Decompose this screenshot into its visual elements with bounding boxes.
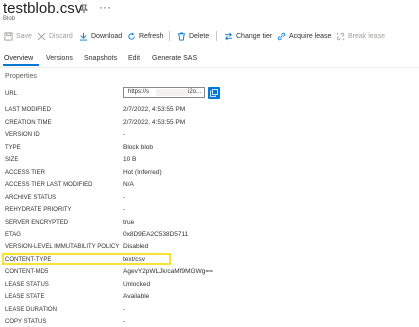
property-label: TYPE — [5, 145, 21, 151]
property-label: URL — [5, 91, 18, 97]
break-lease-label: Break lease — [348, 32, 385, 40]
property-value: - — [123, 306, 126, 313]
acquire-lease-label: Acquire lease — [289, 32, 332, 40]
delete-label: Delete — [189, 32, 210, 40]
property-value: 0x8D9EA2C538D5711 — [123, 231, 189, 238]
save-icon — [4, 31, 13, 41]
pin-icon[interactable] — [79, 4, 89, 14]
download-icon — [79, 32, 88, 41]
property-label: ARCHIVE STATUS — [5, 195, 57, 201]
break-lease-button[interactable]: Break lease — [336, 28, 385, 44]
property-label: REHYDRATE PRIORITY — [5, 207, 72, 213]
change-tier-label: Change tier — [236, 32, 273, 40]
property-label: VERSION-LEVEL IMMUTABILITY POLICY — [5, 244, 120, 250]
url-suffix: i2o... — [188, 89, 202, 95]
close-icon — [37, 32, 46, 40]
command-bar: Save Discard Download Refresh Delete Cha… — [0, 28, 419, 44]
property-value: 2/7/2022, 4:53:55 PM — [123, 119, 186, 126]
property-value: AgevY2pWLJk/caMf9MGWg== — [123, 268, 213, 275]
property-label: CREATION TIME — [5, 120, 52, 126]
delete-button[interactable]: Delete — [177, 28, 209, 44]
property-label: ETAG — [5, 232, 21, 238]
property-value: 2/7/2022, 4:53:55 PM — [123, 106, 186, 113]
download-button[interactable]: Download — [79, 28, 122, 44]
property-label: ACCESS TIER — [5, 170, 45, 176]
property-value: Unlocked — [123, 281, 151, 288]
toolbar-divider — [169, 31, 170, 41]
trash-icon — [177, 31, 186, 41]
active-tab-indicator — [3, 64, 39, 66]
property-label: SIZE — [5, 157, 19, 163]
section-title: Properties — [5, 73, 37, 80]
property-label: LEASE DURATION — [5, 307, 57, 313]
property-label: ACCESS TIER LAST MODIFIED — [5, 182, 93, 188]
acquire-lease-button[interactable]: Acquire lease — [277, 28, 331, 44]
url-field[interactable]: https://s i2o... — [123, 87, 205, 98]
url-prefix: https://s — [128, 89, 150, 95]
property-value: Available — [123, 293, 150, 300]
tab-overview[interactable]: Overview — [4, 55, 33, 62]
property-value: - — [123, 131, 126, 138]
discard-button[interactable]: Discard — [37, 28, 73, 44]
tab-generate-sas[interactable]: Generate SAS — [152, 55, 197, 62]
download-label: Download — [91, 32, 123, 40]
property-label: LAST MODIFIED — [5, 107, 51, 113]
property-label: CONTENT-MD5 — [5, 269, 49, 275]
property-value: Disabled — [123, 243, 149, 250]
property-label: COPY STATUS — [5, 319, 47, 325]
tab-versions[interactable]: Versions — [46, 55, 73, 62]
property-label: SERVER ENCRYPTED — [5, 220, 69, 226]
broken-link-icon — [336, 32, 345, 40]
property-value: true — [123, 219, 135, 226]
save-button[interactable]: Save — [4, 28, 32, 44]
refresh-icon — [128, 32, 135, 40]
copy-icon — [210, 89, 218, 97]
property-label: CONTENT-TYPE — [5, 257, 52, 263]
page-title: testblob.csv — [3, 0, 83, 17]
property-value: N/A — [123, 181, 134, 188]
property-value: - — [123, 194, 126, 201]
refresh-label: Refresh — [139, 32, 164, 40]
property-label: VERSION ID — [5, 132, 40, 138]
property-value: Hot (Inferred) — [123, 169, 162, 176]
property-label: LEASE STATE — [5, 294, 45, 300]
swap-icon — [224, 32, 233, 40]
property-value: Block blob — [123, 144, 153, 151]
change-tier-button[interactable]: Change tier — [224, 28, 272, 44]
page-subtitle: Blob — [3, 16, 16, 22]
property-value: text/csv — [123, 256, 146, 263]
tabs-divider — [0, 67, 419, 68]
tab-edit[interactable]: Edit — [128, 55, 140, 62]
url-redacted-block — [156, 89, 188, 96]
toolbar-divider — [216, 31, 217, 41]
property-value: - — [123, 318, 126, 325]
copy-to-clipboard-button[interactable] — [208, 87, 220, 99]
property-value: 10 B — [123, 156, 137, 163]
link-icon — [277, 32, 286, 40]
more-options-button[interactable]: ··· — [99, 0, 111, 14]
save-label: Save — [16, 32, 32, 40]
tab-snapshots[interactable]: Snapshots — [84, 55, 117, 62]
refresh-button[interactable]: Refresh — [127, 28, 164, 44]
discard-label: Discard — [49, 32, 73, 40]
property-value: - — [123, 206, 126, 213]
property-label: LEASE STATUS — [5, 282, 49, 288]
